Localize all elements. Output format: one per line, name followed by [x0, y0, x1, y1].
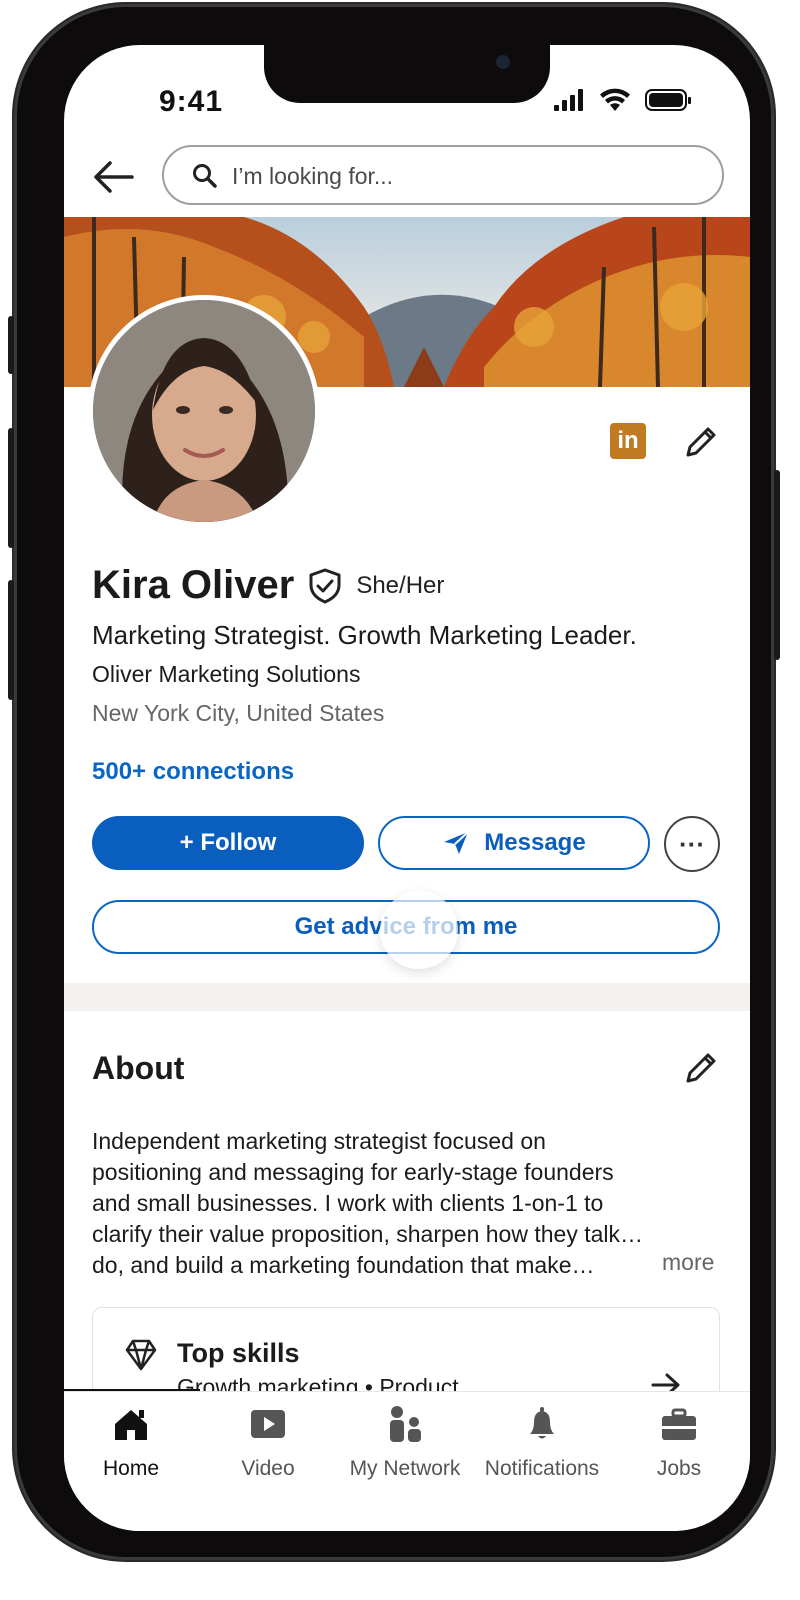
more-actions-button[interactable]: ···: [664, 816, 720, 872]
more-dots-icon: ···: [679, 828, 705, 859]
bell-icon: [530, 1407, 554, 1439]
profile-company: Oliver Marketing Solutions: [92, 661, 361, 687]
nav-label: My Network: [349, 1457, 461, 1480]
linkedin-badge-icon[interactable]: in: [610, 423, 646, 459]
diamond-icon: [125, 1339, 157, 1371]
nav-video[interactable]: Video: [203, 1404, 333, 1481]
signal-icon: [554, 89, 583, 111]
get-advice-button[interactable]: Get advice from me: [92, 900, 720, 954]
pencil-icon: [686, 427, 716, 457]
about-text: Independent marketing strategist focused…: [92, 1128, 644, 1278]
top-skills-title: Top skills: [177, 1338, 300, 1368]
search-box[interactable]: [162, 145, 724, 205]
bottom-nav: Home Video My Network Notifications Jobs: [64, 1391, 750, 1531]
wifi-icon: [600, 88, 630, 111]
search-input[interactable]: [230, 157, 704, 195]
profile-photo[interactable]: [88, 295, 320, 527]
status-time: 9:41: [159, 85, 224, 118]
connections-link[interactable]: 500+ connections: [92, 758, 294, 786]
edit-intro-button[interactable]: [680, 423, 720, 463]
message-button[interactable]: Message: [378, 816, 650, 870]
status-bar: 9:41: [64, 45, 750, 135]
profile-headline: Marketing Strategist. Growth Marketing L…: [92, 620, 637, 650]
back-button[interactable]: [92, 157, 136, 197]
name-row: Kira Oliver She/Her: [92, 563, 444, 608]
back-arrow-icon: [94, 161, 134, 193]
pencil-icon: [686, 1053, 716, 1083]
nav-jobs[interactable]: Jobs: [614, 1404, 744, 1481]
status-icons-svg: [554, 88, 691, 111]
follow-button[interactable]: + Follow: [92, 816, 364, 870]
screen: 9:41 I’m looking for... in Kira Oliver S…: [64, 45, 750, 1531]
profile-photo-image: [93, 300, 315, 522]
message-label: Message: [484, 829, 586, 856]
network-icon: [390, 1406, 421, 1442]
get-advice-label: Get advice from me: [294, 913, 518, 940]
follow-label: + Follow: [179, 829, 277, 856]
battery-icon: [645, 89, 691, 111]
profile-location: New York City, United States: [92, 700, 385, 726]
video-icon: [251, 1410, 285, 1438]
nav-notifications[interactable]: Notifications: [477, 1404, 607, 1481]
briefcase-icon: [662, 1408, 696, 1440]
about-more-link[interactable]: more: [662, 1249, 714, 1276]
side-button: [8, 316, 14, 374]
nav-label: Video: [241, 1457, 295, 1480]
nav-label: Jobs: [656, 1457, 702, 1480]
status-icons: [554, 87, 704, 120]
verified-shield-icon[interactable]: [308, 568, 342, 604]
nav-label: Home: [102, 1457, 160, 1480]
search-icon: [193, 164, 217, 188]
side-button: [774, 470, 780, 660]
profile-pronouns: She/Her: [356, 571, 445, 599]
section-divider: [64, 983, 750, 1011]
nav-label: Notifications: [484, 1457, 600, 1480]
phone-frame: 9:41 I’m looking for... in Kira Oliver S…: [8, 4, 780, 1560]
send-icon: [444, 831, 469, 854]
nav-home[interactable]: Home: [66, 1404, 196, 1481]
profile-name: Kira Oliver: [92, 563, 295, 607]
nav-my-network[interactable]: My Network: [340, 1404, 470, 1481]
home-icon: [115, 1410, 147, 1440]
top-bar: [64, 145, 750, 209]
side-button: [8, 580, 14, 700]
about-title: About: [92, 1050, 185, 1086]
side-button: [8, 428, 14, 548]
edit-about-button[interactable]: [680, 1049, 720, 1089]
